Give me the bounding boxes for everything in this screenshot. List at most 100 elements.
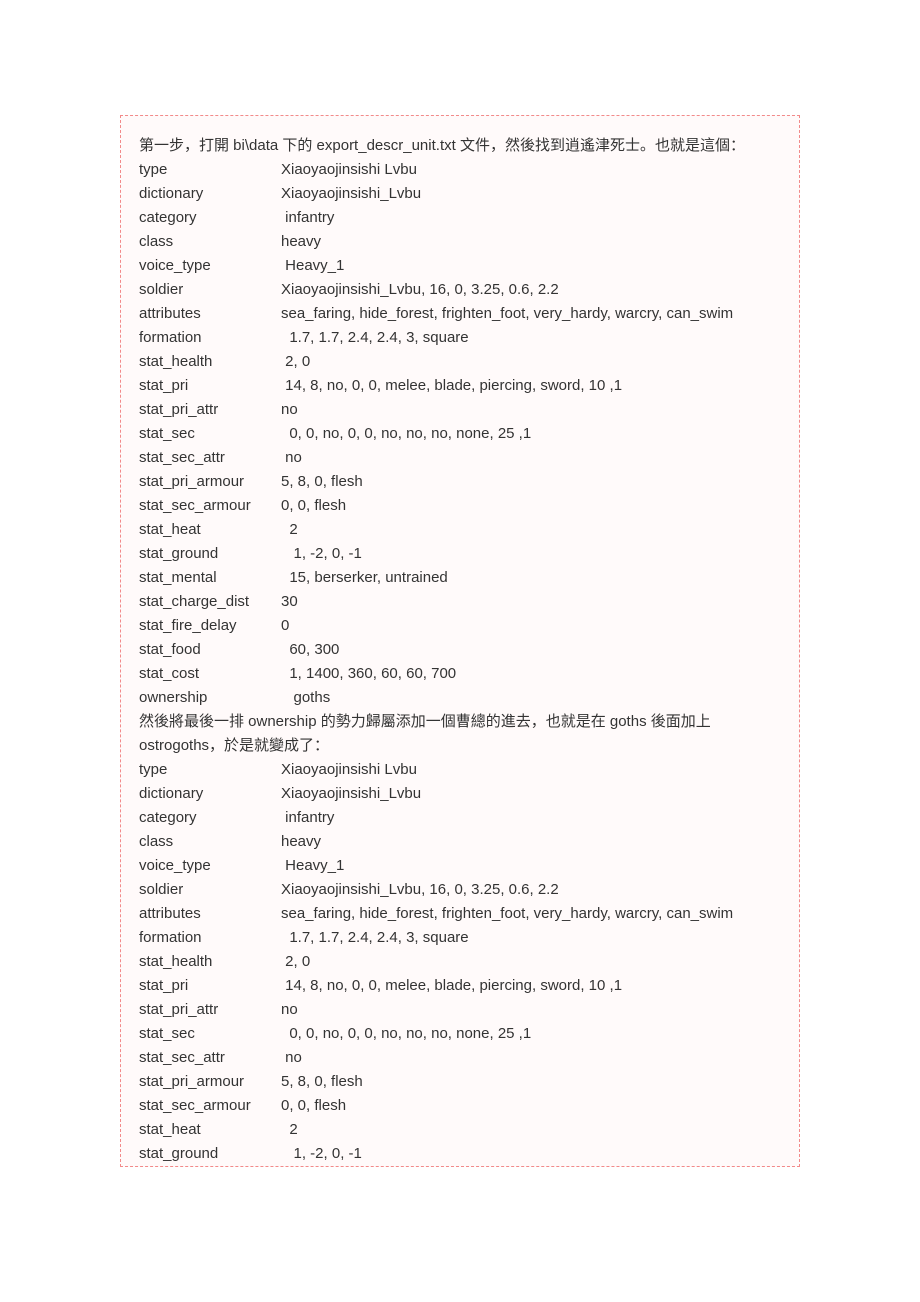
config-row: stat_pri_attrno — [139, 398, 781, 422]
config-row: stat_sec 0, 0, no, 0, 0, no, no, no, non… — [139, 422, 781, 446]
config-key: stat_ground — [139, 1142, 281, 1166]
config-value: no — [281, 398, 781, 422]
config-value: Xiaoyaojinsishi_Lvbu — [281, 782, 781, 806]
document-page: 第一步，打開 bi\data 下的 export_descr_unit.txt … — [0, 0, 920, 1302]
config-value: 14, 8, no, 0, 0, melee, blade, piercing,… — [281, 974, 781, 998]
config-row: voice_type Heavy_1 — [139, 854, 781, 878]
config-key: soldier — [139, 878, 281, 902]
config-value: Xiaoyaojinsishi_Lvbu, 16, 0, 3.25, 0.6, … — [281, 278, 781, 302]
config-row: classheavy — [139, 830, 781, 854]
config-key: stat_sec_armour — [139, 1094, 281, 1118]
config-row: category infantry — [139, 806, 781, 830]
config-value: infantry — [281, 206, 781, 230]
config-row: stat_pri 14, 8, no, 0, 0, melee, blade, … — [139, 974, 781, 998]
config-row: stat_ground 1, -2, 0, -1 — [139, 1142, 781, 1166]
config-key: attributes — [139, 902, 281, 926]
config-value: 5, 8, 0, flesh — [281, 1070, 781, 1094]
config-value: Xiaoyaojinsishi Lvbu — [281, 158, 781, 182]
config-value: sea_faring, hide_forest, frighten_foot, … — [281, 902, 781, 926]
config-value: 30 — [281, 590, 781, 614]
config-key: stat_health — [139, 350, 281, 374]
config-row: stat_sec 0, 0, no, 0, 0, no, no, no, non… — [139, 1022, 781, 1046]
config-row: soldierXiaoyaojinsishi_Lvbu, 16, 0, 3.25… — [139, 878, 781, 902]
config-key: stat_ground — [139, 542, 281, 566]
config-key: stat_sec_attr — [139, 1046, 281, 1070]
config-key: stat_heat — [139, 518, 281, 542]
config-row: soldierXiaoyaojinsishi_Lvbu, 16, 0, 3.25… — [139, 278, 781, 302]
config-row: stat_heat 2 — [139, 1118, 781, 1142]
config-value: heavy — [281, 230, 781, 254]
config-value: 2, 0 — [281, 350, 781, 374]
config-row: stat_pri_attrno — [139, 998, 781, 1022]
config-row: typeXiaoyaojinsishi Lvbu — [139, 758, 781, 782]
config-key: type — [139, 158, 281, 182]
config-value: Heavy_1 — [281, 254, 781, 278]
config-key: stat_pri — [139, 974, 281, 998]
config-key: stat_sec — [139, 1022, 281, 1046]
config-value: 0, 0, no, 0, 0, no, no, no, none, 25 ,1 — [281, 1022, 781, 1046]
config-row: category infantry — [139, 206, 781, 230]
config-key: stat_charge_dist — [139, 590, 281, 614]
config-value: 1, -2, 0, -1 — [281, 1142, 781, 1166]
config-key: stat_pri_attr — [139, 998, 281, 1022]
config-row: stat_ground 1, -2, 0, -1 — [139, 542, 781, 566]
config-value: 1, -2, 0, -1 — [281, 542, 781, 566]
config-row: stat_sec_armour0, 0, flesh — [139, 1094, 781, 1118]
config-value: 60, 300 — [281, 638, 781, 662]
config-row: stat_sec_armour0, 0, flesh — [139, 494, 781, 518]
config-value: goths — [281, 686, 781, 710]
content-box: 第一步，打開 bi\data 下的 export_descr_unit.txt … — [120, 115, 800, 1167]
config-value: 5, 8, 0, flesh — [281, 470, 781, 494]
config-row: formation 1.7, 1.7, 2.4, 2.4, 3, square — [139, 326, 781, 350]
config-value: 1.7, 1.7, 2.4, 2.4, 3, square — [281, 926, 781, 950]
config-key: stat_food — [139, 638, 281, 662]
config-value: 2, 0 — [281, 950, 781, 974]
code-block-1: typeXiaoyaojinsishi LvbudictionaryXiaoya… — [139, 158, 781, 710]
config-value: 2 — [281, 518, 781, 542]
config-key: formation — [139, 326, 281, 350]
config-row: stat_cost 1, 1400, 360, 60, 60, 700 — [139, 662, 781, 686]
config-key: category — [139, 206, 281, 230]
config-key: category — [139, 806, 281, 830]
config-value: 0, 0, flesh — [281, 494, 781, 518]
config-value: heavy — [281, 830, 781, 854]
config-key: stat_fire_delay — [139, 614, 281, 638]
config-key: formation — [139, 926, 281, 950]
config-value: 2 — [281, 1118, 781, 1142]
config-value: no — [281, 998, 781, 1022]
config-key: stat_heat — [139, 1118, 281, 1142]
config-row: stat_pri 14, 8, no, 0, 0, melee, blade, … — [139, 374, 781, 398]
config-value: sea_faring, hide_forest, frighten_foot, … — [281, 302, 781, 326]
config-key: ownership — [139, 686, 281, 710]
config-value: no — [281, 446, 781, 470]
config-value: infantry — [281, 806, 781, 830]
config-key: stat_pri_armour — [139, 1070, 281, 1094]
config-row: dictionaryXiaoyaojinsishi_Lvbu — [139, 782, 781, 806]
config-row: stat_sec_attr no — [139, 446, 781, 470]
config-row: typeXiaoyaojinsishi Lvbu — [139, 158, 781, 182]
config-row: stat_food 60, 300 — [139, 638, 781, 662]
config-key: dictionary — [139, 182, 281, 206]
config-value: Heavy_1 — [281, 854, 781, 878]
config-row: stat_health 2, 0 — [139, 350, 781, 374]
config-value: no — [281, 1046, 781, 1070]
config-key: stat_health — [139, 950, 281, 974]
config-row: ownership goths — [139, 686, 781, 710]
code-block-2: typeXiaoyaojinsishi LvbudictionaryXiaoya… — [139, 758, 781, 1166]
config-key: attributes — [139, 302, 281, 326]
config-row: stat_pri_armour5, 8, 0, flesh — [139, 1070, 781, 1094]
config-value: 14, 8, no, 0, 0, melee, blade, piercing,… — [281, 374, 781, 398]
config-value: Xiaoyaojinsishi Lvbu — [281, 758, 781, 782]
mid-text-1: 然後將最後一排 ownership 的勢力歸屬添加一個曹總的進去，也就是在 go… — [139, 710, 781, 734]
config-value: 0, 0, no, 0, 0, no, no, no, none, 25 ,1 — [281, 422, 781, 446]
config-row: classheavy — [139, 230, 781, 254]
config-key: stat_mental — [139, 566, 281, 590]
config-key: voice_type — [139, 254, 281, 278]
config-row: stat_mental 15, berserker, untrained — [139, 566, 781, 590]
config-row: stat_charge_dist30 — [139, 590, 781, 614]
config-row: stat_health 2, 0 — [139, 950, 781, 974]
config-key: class — [139, 830, 281, 854]
config-key: stat_pri — [139, 374, 281, 398]
config-row: stat_pri_armour5, 8, 0, flesh — [139, 470, 781, 494]
config-value: Xiaoyaojinsishi_Lvbu — [281, 182, 781, 206]
